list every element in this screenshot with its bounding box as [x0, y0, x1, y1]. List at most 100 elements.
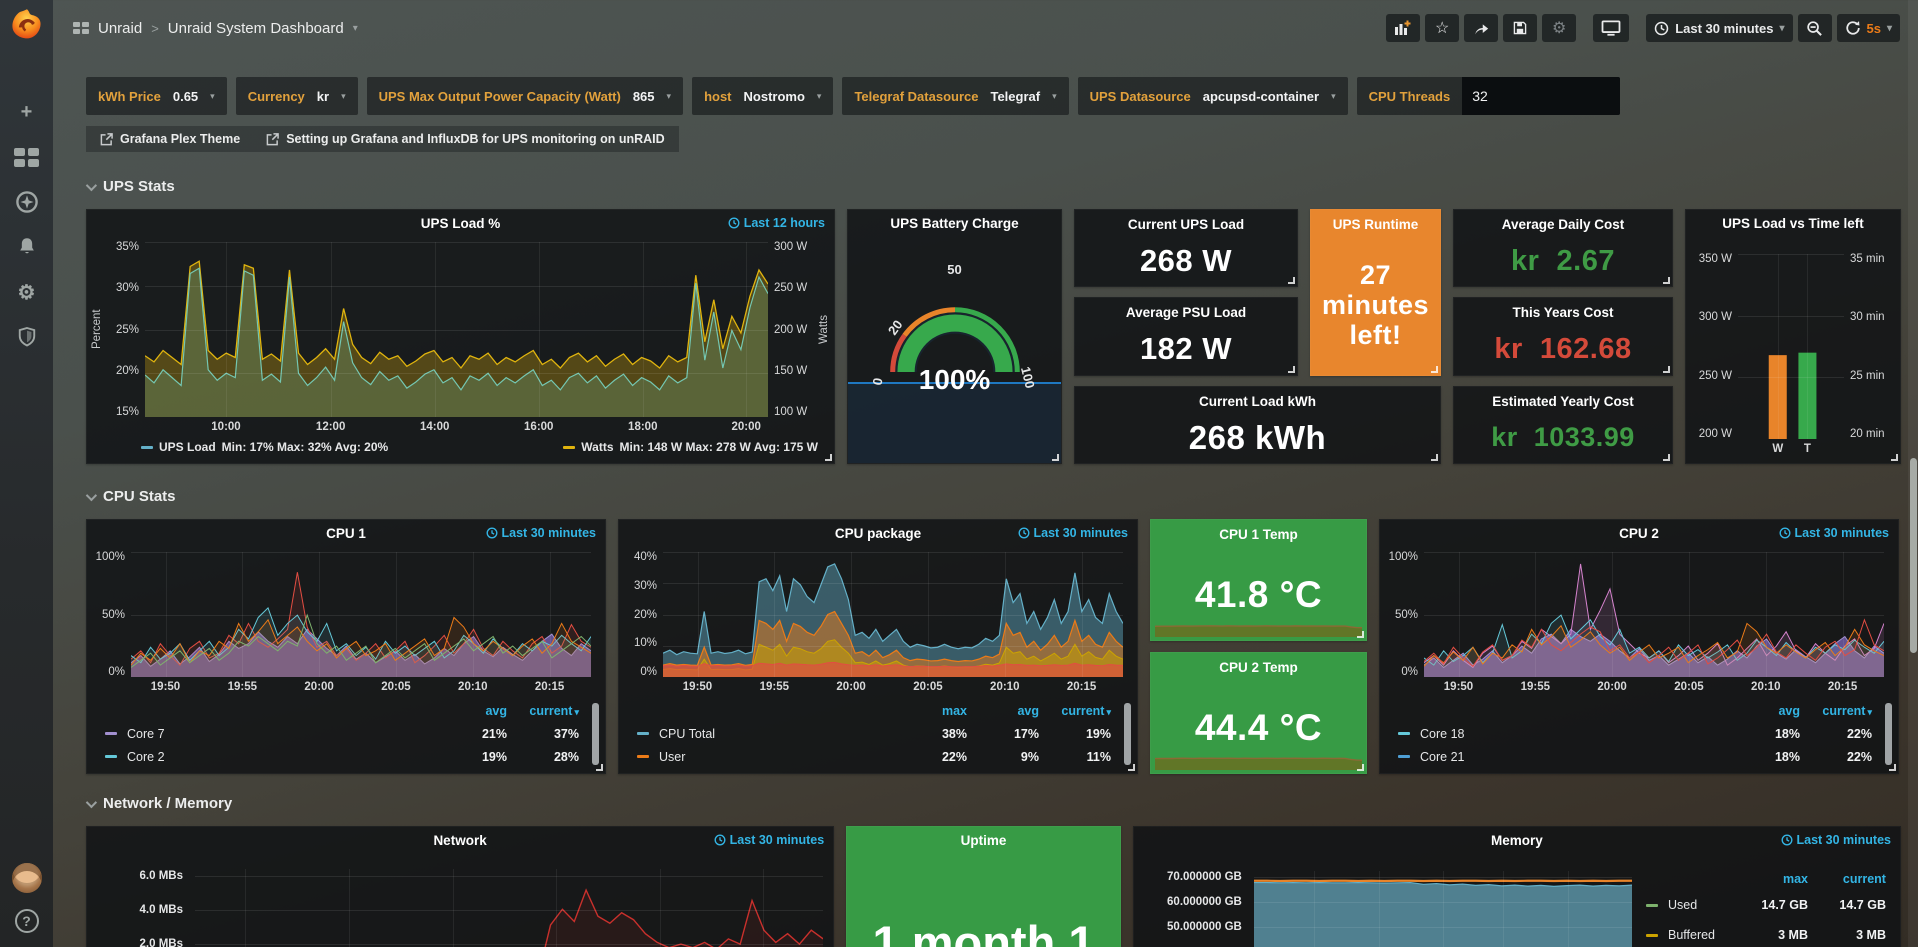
- explore-icon[interactable]: [14, 190, 40, 214]
- legend-item-ups-load[interactable]: UPS LoadMin: 17% Max: 32% Avg: 20%: [141, 440, 388, 454]
- panel-title[interactable]: Current Load kWh: [1075, 394, 1440, 409]
- memory-plot[interactable]: [1254, 871, 1632, 947]
- save-dashboard-button[interactable]: [1503, 14, 1537, 42]
- legend-sort-avg[interactable]: avg: [967, 704, 1039, 718]
- legend-scrollbar[interactable]: [1124, 703, 1131, 765]
- legend-series[interactable]: Core 2: [105, 750, 435, 764]
- panel-resize-handle[interactable]: [1663, 366, 1670, 373]
- bar-plot[interactable]: [1738, 254, 1844, 439]
- breadcrumb-folder[interactable]: Unraid: [98, 20, 142, 37]
- create-icon[interactable]: +: [14, 100, 40, 124]
- dashboard-dropdown-caret-icon[interactable]: ▾: [353, 23, 358, 34]
- panel-title[interactable]: Estimated Yearly Cost: [1454, 394, 1672, 409]
- user-avatar[interactable]: [12, 863, 42, 893]
- legend-sort-avg[interactable]: avg: [1728, 704, 1800, 718]
- dashboard-link-plex-theme[interactable]: Grafana Plex Theme: [100, 132, 240, 146]
- network-plot[interactable]: [195, 869, 823, 947]
- legend-scrollbar[interactable]: [1885, 703, 1892, 765]
- var-currency[interactable]: Currencykr▾: [236, 77, 358, 115]
- panel-resize-handle[interactable]: [1128, 764, 1135, 771]
- section-header-cpu-stats[interactable]: CPU Stats: [86, 488, 1901, 505]
- panel-title[interactable]: UPS Load vs Time left: [1686, 210, 1900, 237]
- panel-resize-handle[interactable]: [1052, 454, 1059, 461]
- var-kwh-price[interactable]: kWh Price0.65▾: [86, 77, 227, 115]
- legend-series[interactable]: Core 7: [105, 727, 435, 741]
- panel-resize-handle[interactable]: [1891, 454, 1898, 461]
- panel-resize-handle[interactable]: [1431, 366, 1438, 373]
- panel-title[interactable]: UPS Battery Charge: [848, 210, 1061, 237]
- legend-series[interactable]: CPU Total: [637, 727, 895, 741]
- legend-sort-current[interactable]: current▾: [507, 704, 579, 718]
- var-ups-datasource[interactable]: UPS Datasourceapcupsd-container▾: [1078, 77, 1348, 115]
- panel-time-override[interactable]: Last 30 minutes: [1779, 520, 1889, 546]
- page-scrollbar[interactable]: [1908, 0, 1918, 947]
- ups-load-plot[interactable]: [145, 242, 768, 417]
- panel-resize-handle[interactable]: [825, 454, 832, 461]
- panel-resize-handle[interactable]: [596, 764, 603, 771]
- var-host[interactable]: hostNostromo▾: [692, 77, 833, 115]
- panel-title[interactable]: Current UPS Load: [1075, 217, 1297, 232]
- legend-series[interactable]: Used: [1646, 898, 1730, 912]
- panel-resize-handle[interactable]: [1431, 454, 1438, 461]
- panel-resize-handle[interactable]: [1663, 454, 1670, 461]
- legend-sort-max[interactable]: max: [895, 704, 967, 718]
- share-dashboard-button[interactable]: [1464, 14, 1498, 42]
- legend-sort-avg[interactable]: avg: [435, 704, 507, 718]
- panel-title[interactable]: Uptime: [847, 827, 1120, 854]
- panel-title[interactable]: CPU 1 Temp: [1151, 527, 1366, 542]
- dashboard-picker-icon[interactable]: [73, 22, 89, 34]
- dashboard-link-ups-guide[interactable]: Setting up Grafana and InfluxDB for UPS …: [266, 132, 664, 146]
- panel-resize-handle[interactable]: [1357, 631, 1364, 638]
- dashboards-icon[interactable]: [14, 145, 40, 169]
- panel-resize-handle[interactable]: [1663, 277, 1670, 284]
- var-ups-max-output[interactable]: UPS Max Output Power Capacity (Watt)865▾: [367, 77, 683, 115]
- cpu-package-plot[interactable]: [663, 552, 1123, 677]
- legend-sort-current[interactable]: current▾: [1039, 704, 1111, 718]
- legend-sort-max[interactable]: max: [1730, 872, 1808, 886]
- server-admin-shield-icon[interactable]: [14, 325, 40, 349]
- legend-series[interactable]: Core 21: [1398, 750, 1728, 764]
- star-dashboard-button[interactable]: ☆: [1425, 14, 1459, 42]
- cycle-view-mode-button[interactable]: [1593, 14, 1629, 42]
- var-telegraf-datasource[interactable]: Telegraf DatasourceTelegraf▾: [842, 77, 1068, 115]
- panel-title[interactable]: CPU 2 Temp: [1151, 660, 1366, 675]
- help-icon[interactable]: ?: [15, 909, 39, 933]
- dashboard-settings-button[interactable]: ⚙: [1542, 14, 1576, 42]
- x-axis: WT: [1738, 439, 1844, 461]
- refresh-button[interactable]: 5s ▾: [1837, 14, 1901, 42]
- alerting-icon[interactable]: [14, 235, 40, 259]
- panel-title[interactable]: This Years Cost: [1454, 305, 1672, 320]
- configuration-gear-icon[interactable]: ⚙: [14, 280, 40, 304]
- panel-title[interactable]: Average Daily Cost: [1454, 217, 1672, 232]
- breadcrumb-dashboard-title[interactable]: Unraid System Dashboard: [168, 20, 344, 37]
- zoom-out-time-button[interactable]: [1798, 14, 1832, 42]
- panel-time-override[interactable]: Last 30 minutes: [1018, 520, 1128, 546]
- legend-series[interactable]: Buffered: [1646, 928, 1730, 942]
- panel-title[interactable]: UPS Load %: [87, 210, 834, 237]
- panel-resize-handle[interactable]: [1357, 764, 1364, 771]
- panel-resize-handle[interactable]: [1889, 764, 1896, 771]
- grafana-logo-icon[interactable]: [10, 8, 44, 42]
- cpu1-plot[interactable]: [131, 552, 591, 677]
- section-header-ups-stats[interactable]: UPS Stats: [86, 178, 1901, 195]
- panel-resize-handle[interactable]: [1288, 366, 1295, 373]
- cpu-threads-input[interactable]: [1462, 77, 1620, 115]
- legend-sort-current[interactable]: current: [1808, 872, 1886, 886]
- legend-item-watts[interactable]: WattsMin: 148 W Max: 278 W Avg: 175 W: [563, 440, 818, 454]
- legend-series[interactable]: User: [637, 750, 895, 764]
- panel-resize-handle[interactable]: [1288, 277, 1295, 284]
- panel-time-override[interactable]: Last 30 minutes: [714, 827, 824, 853]
- legend-series[interactable]: Core 18: [1398, 727, 1728, 741]
- scrollbar-thumb[interactable]: [1910, 458, 1917, 653]
- panel-title[interactable]: UPS Runtime: [1311, 217, 1440, 232]
- panel-time-override[interactable]: Last 30 minutes: [1781, 827, 1891, 853]
- add-panel-button[interactable]: [1386, 14, 1420, 42]
- section-header-network-memory[interactable]: Network / Memory: [86, 795, 1901, 812]
- legend-scrollbar[interactable]: [592, 703, 599, 765]
- panel-time-override[interactable]: Last 30 minutes: [486, 520, 596, 546]
- legend-sort-current[interactable]: current▾: [1800, 704, 1872, 718]
- time-range-picker-button[interactable]: Last 30 minutes ▾: [1646, 14, 1792, 42]
- panel-time-override[interactable]: Last 12 hours: [728, 210, 825, 236]
- panel-title[interactable]: Average PSU Load: [1075, 305, 1297, 320]
- cpu2-plot[interactable]: [1424, 552, 1884, 677]
